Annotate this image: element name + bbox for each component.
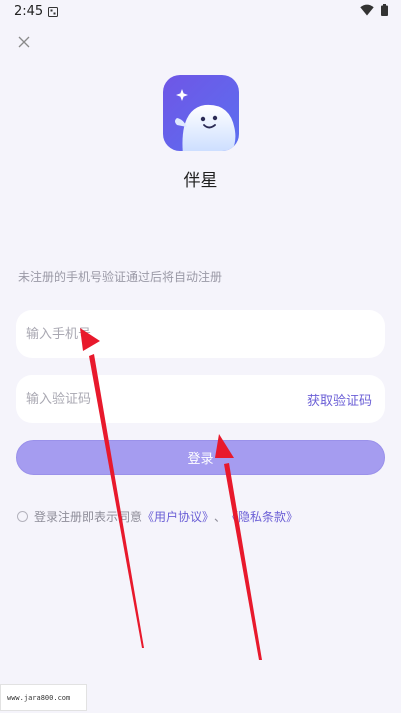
status-bar: 2:45 <box>0 0 401 24</box>
code-field[interactable]: 获取验证码 <box>16 375 385 423</box>
login-button[interactable]: 登录 <box>16 440 385 475</box>
agreement-row: 登录注册即表示同意 《用户协议》 、 《隐私条款》 <box>17 508 298 524</box>
agree-checkbox[interactable] <box>17 510 28 522</box>
wifi-icon <box>360 4 374 16</box>
close-button[interactable] <box>14 32 34 52</box>
sim-card-icon <box>48 7 58 17</box>
get-code-button[interactable]: 获取验证码 <box>307 390 372 409</box>
agree-text: 登录注册即表示同意 <box>34 509 143 524</box>
register-hint: 未注册的手机号验证通过后将自动注册 <box>18 270 223 284</box>
battery-icon <box>381 4 388 16</box>
agree-separator: 、 <box>214 509 227 524</box>
watermark: www.jara800.com <box>0 684 87 711</box>
app-logo <box>163 75 239 151</box>
app-name: 伴星 <box>183 171 218 191</box>
code-input[interactable] <box>26 375 286 423</box>
privacy-policy-link[interactable]: 《隐私条款》 <box>226 508 298 525</box>
user-agreement-link[interactable]: 《用户协议》 <box>142 508 214 525</box>
close-icon <box>18 36 30 48</box>
ghost-mascot-icon <box>163 75 239 151</box>
phone-field[interactable] <box>16 310 385 358</box>
phone-input[interactable] <box>26 310 286 358</box>
status-time: 2:45 <box>14 4 44 19</box>
